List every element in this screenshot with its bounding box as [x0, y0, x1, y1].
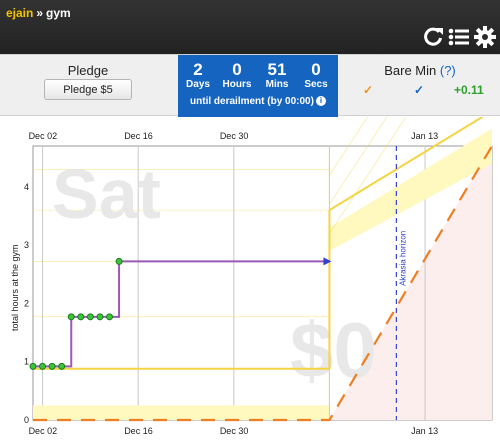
x-tick-bottom: Dec 02	[29, 426, 58, 436]
derailment-countdown: 2 Days 0 Hours 51 Mins 0 Secs until dera…	[178, 55, 338, 117]
countdown-days-value: 2	[193, 60, 203, 79]
datapoint	[58, 362, 66, 370]
bare-min-delta: +0.11	[454, 83, 484, 97]
datapoint	[86, 313, 94, 321]
refresh-icon[interactable]	[422, 26, 444, 48]
gear-icon[interactable]	[474, 26, 496, 48]
x-tick-top: Jan 13	[411, 131, 438, 141]
y-axis-label: total hours at the gym	[10, 244, 20, 331]
breadcrumb-goal[interactable]: gym	[46, 6, 71, 20]
countdown-hours: 0 Hours	[219, 60, 255, 91]
goal-graph[interactable]: Sat $0 Akrasia horizon Dec 02 Dec 16 Dec 30…	[0, 117, 500, 444]
countdown-mins-value: 51	[267, 60, 287, 79]
datapoint	[48, 362, 56, 370]
breadcrumb: ejain» gym	[6, 6, 71, 20]
bare-min-orange-check: ✓	[363, 83, 374, 97]
countdown-secs-label: Secs	[304, 79, 328, 90]
y-tick: 1	[24, 357, 29, 367]
bare-min-blue-check: ✓	[414, 83, 425, 97]
countdown-secs: 0 Secs	[298, 60, 334, 91]
pledge-button[interactable]: Pledge $5	[44, 79, 132, 100]
x-tick-bottom: Dec 30	[220, 426, 249, 436]
x-tick-top: Dec 16	[124, 131, 153, 141]
bare-min-label: Bare Min	[384, 63, 437, 78]
list-icon[interactable]	[448, 26, 470, 48]
y-tick: 4	[24, 182, 29, 192]
x-tick-bottom: Jan 13	[411, 426, 438, 436]
akrasia-horizon-label: Akrasia horizon	[398, 231, 407, 286]
y-tick: 2	[24, 298, 29, 308]
countdown-hours-label: Hours	[222, 79, 252, 90]
watermark-amount: $0	[290, 306, 377, 394]
datapoint	[96, 313, 104, 321]
countdown-mins: 51 Mins	[259, 60, 295, 91]
datapoint	[39, 362, 47, 370]
countdown-caption-text: until derailment (by 00:00)	[190, 96, 314, 107]
x-tick-top: Dec 02	[29, 131, 58, 141]
status-panel: Pledge Pledge $5 2 Days 0 Hours 51 Mins …	[0, 54, 500, 117]
bare-min-help-link[interactable]: (?)	[440, 63, 456, 78]
top-bar: ejain» gym	[0, 0, 500, 54]
countdown-days-label: Days	[186, 79, 210, 90]
datapoint	[77, 313, 85, 321]
countdown-secs-value: 0	[311, 60, 321, 79]
countdown-days: 2 Days	[180, 60, 216, 91]
info-icon[interactable]: i	[315, 96, 326, 107]
x-tick-top: Dec 30	[220, 131, 249, 141]
road-band-past	[33, 405, 330, 420]
breadcrumb-separator: »	[36, 6, 44, 20]
countdown-caption: until derailment (by 00:00) i	[178, 96, 338, 107]
datapoint	[67, 313, 75, 321]
countdown-hours-value: 0	[232, 60, 242, 79]
pledge-title: Pledge	[67, 63, 109, 78]
countdown-mins-label: Mins	[265, 79, 289, 90]
y-tick: 0	[24, 415, 29, 425]
bare-min-title: Bare Min (?)	[340, 63, 500, 78]
graph-area: Sat $0 Akrasia horizon Dec 02 Dec 16 Dec 30…	[0, 117, 500, 444]
datapoint	[106, 313, 113, 321]
datapoint	[29, 362, 37, 370]
y-tick: 3	[24, 240, 29, 250]
x-tick-bottom: Dec 16	[124, 426, 153, 436]
watermark-day: Sat	[52, 155, 161, 233]
breadcrumb-user[interactable]: ejain	[6, 6, 33, 20]
datapoint	[115, 257, 123, 265]
